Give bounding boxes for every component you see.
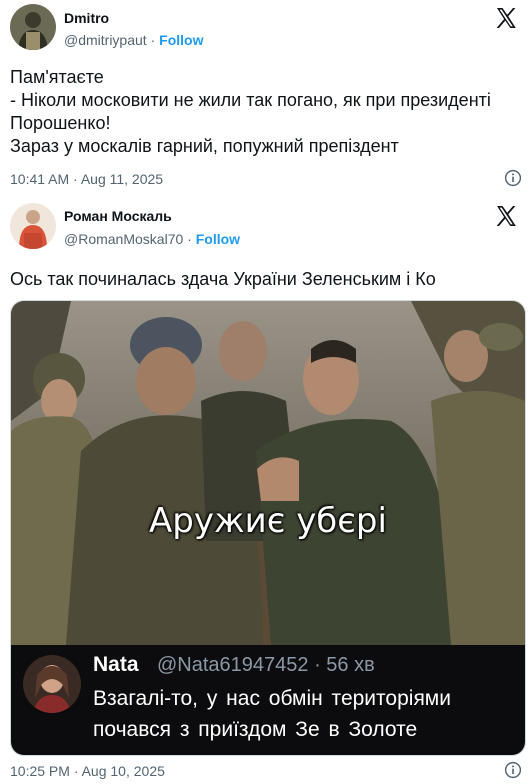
handle[interactable]: @dmitriypaut bbox=[64, 32, 147, 48]
reply-avatar bbox=[23, 655, 81, 713]
media-caption: Аружиє убєрі bbox=[149, 501, 387, 541]
tweet-text: Ось так починалась здача України Зеленсь… bbox=[10, 269, 436, 289]
reply-author-meta: @Nata61947452 · 56 хв bbox=[157, 654, 375, 676]
tweet-text: Пам'ятаєте - Ніколи московити не жили та… bbox=[10, 67, 491, 156]
handle-line: @RomanMoskal70 · Follow bbox=[64, 231, 240, 247]
tweet-media[interactable]: Аружиє убєрі Nata @Nata61947452 · 56 хв … bbox=[10, 300, 526, 756]
follow-button[interactable]: Follow bbox=[159, 32, 203, 48]
separator: · bbox=[150, 32, 156, 48]
handle[interactable]: @RomanMoskal70 bbox=[64, 231, 183, 247]
display-name[interactable]: Dmitro bbox=[64, 10, 109, 26]
timestamp[interactable]: 10:41 AM · Aug 11, 2025 bbox=[10, 171, 163, 187]
media-photo bbox=[11, 301, 525, 645]
info-icon[interactable] bbox=[504, 761, 522, 779]
avatar[interactable] bbox=[10, 203, 56, 249]
display-name[interactable]: Роман Москаль bbox=[64, 208, 172, 224]
embedded-reply: Nata @Nata61947452 · 56 хв Взагалі-то, у… bbox=[11, 645, 525, 755]
avatar[interactable] bbox=[10, 4, 56, 50]
info-icon[interactable] bbox=[504, 169, 522, 187]
timestamp[interactable]: 10:25 PM · Aug 10, 2025 bbox=[10, 763, 165, 779]
reply-author-name: Nata bbox=[93, 653, 139, 676]
tweet-2: Роман Москаль @RomanMoskal70 · Follow Ос… bbox=[0, 196, 532, 784]
tweet-1: Dmitro @dmitriypaut · Follow Пам'ятаєте … bbox=[0, 0, 532, 196]
x-logo-icon[interactable] bbox=[494, 204, 518, 228]
x-logo-icon[interactable] bbox=[494, 6, 518, 30]
handle-line: @dmitriypaut · Follow bbox=[64, 32, 203, 48]
separator: · bbox=[187, 231, 192, 247]
reply-text: Взагалі-то, у нас обмін територіями поча… bbox=[93, 687, 451, 741]
follow-button[interactable]: Follow bbox=[196, 231, 240, 247]
